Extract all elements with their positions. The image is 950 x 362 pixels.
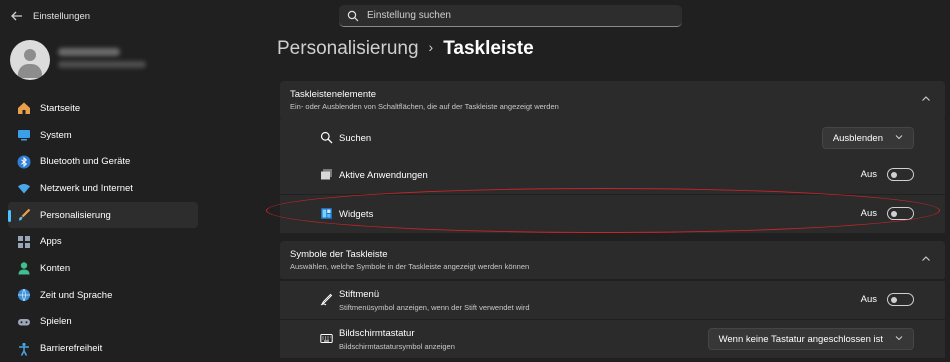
sidebar-item-apps[interactable]: Apps (8, 228, 198, 255)
toggle-state-label: Aus (860, 294, 877, 305)
dropdown-value: Ausblenden (832, 132, 883, 144)
apps-icon (17, 235, 31, 249)
setting-label: Widgets (339, 209, 374, 220)
sidebar-item-label: Zeit und Sprache (40, 289, 113, 301)
section-title: Symbole der Taskleiste (290, 249, 388, 260)
sidebar-item-spielen[interactable]: Spielen (8, 309, 198, 336)
setting-description: Stiftmenüsymbol anzeigen, wenn der Stift… (339, 303, 530, 312)
toggle-state-label: Aus (860, 169, 877, 180)
search-placeholder: Einstellung suchen (367, 10, 451, 21)
blurred-user-name (58, 48, 120, 56)
keyboard-mode-dropdown[interactable]: Wenn keine Tastatur angeschlossen ist (707, 328, 914, 350)
sidebar-item-barrierefreiheit[interactable]: Barrierefreiheit (8, 335, 198, 362)
setting-row-bildschirmtastatur: Bildschirmtastatur Bildschirmtastatursym… (280, 320, 945, 358)
back-arrow-icon[interactable] (10, 9, 24, 23)
setting-description: Bildschirmtastatursymbol anzeigen (339, 342, 455, 351)
search-mode-dropdown[interactable]: Ausblenden (821, 127, 914, 149)
gamepad-icon (17, 315, 31, 329)
bluetooth-icon (17, 155, 31, 169)
setting-label: Stiftmenü (339, 289, 380, 300)
sidebar-item-label: System (40, 129, 72, 141)
chevron-up-icon[interactable] (921, 254, 931, 267)
section-subtitle: Auswählen, welche Symbole in der Tasklei… (290, 262, 530, 271)
sidebar-item-personalisierung[interactable]: Personalisierung (8, 201, 198, 229)
stiftmenue-toggle[interactable]: Aus (861, 293, 914, 306)
home-icon (17, 101, 31, 115)
search-icon (347, 10, 359, 22)
setting-label: Suchen (339, 133, 372, 144)
blurred-user-email (58, 61, 146, 68)
toggle-state-label: Aus (860, 208, 877, 219)
sidebar-item-netzwerk[interactable]: Netzwerk und Internet (8, 175, 198, 202)
title-bar: Einstellungen Einstellung suchen (0, 0, 950, 34)
section-header[interactable]: Symbole der Taskleiste Auswählen, welche… (280, 241, 945, 280)
dropdown-value: Wenn keine Tastatur angeschlossen ist (718, 333, 883, 345)
task-view-icon (320, 168, 333, 181)
chevron-down-icon (895, 133, 903, 143)
sidebar-item-label: Spielen (40, 316, 72, 328)
breadcrumb-parent[interactable]: Personalisierung (277, 38, 419, 59)
search-icon (320, 131, 333, 144)
sidebar-item-label: Startseite (40, 102, 81, 114)
toggle-switch[interactable] (887, 207, 914, 220)
wifi-icon (17, 181, 31, 195)
section-title: Taskleistenelemente (290, 89, 377, 100)
toggle-switch[interactable] (887, 168, 914, 181)
app-title: Einstellungen (33, 11, 91, 22)
sidebar-item-label: Netzwerk und Internet (40, 182, 133, 194)
breadcrumb-separator: › (428, 39, 434, 55)
search-input[interactable]: Einstellung suchen (339, 5, 682, 27)
section-header[interactable]: Taskleistenelemente Ein- oder Ausblenden… (280, 81, 945, 120)
widgets-toggle[interactable]: Aus (861, 207, 914, 220)
sidebar-item-konten[interactable]: Konten (8, 255, 198, 282)
setting-row-widgets: Widgets Aus (280, 195, 945, 233)
avatar (10, 40, 50, 80)
section-subtitle: Ein- oder Ausblenden von Schaltflächen, … (290, 102, 559, 111)
toggle-switch[interactable] (887, 293, 914, 306)
sidebar-nav: Startseite System Bluetooth und Geräte N… (8, 95, 198, 362)
chevron-up-icon[interactable] (921, 94, 931, 107)
brush-icon (17, 208, 31, 222)
user-icon (17, 261, 31, 275)
sidebar-item-label: Personalisierung (40, 209, 111, 221)
taskbar-items-section[interactable]: Taskleistenelemente Ein- oder Ausblenden… (280, 81, 945, 120)
sidebar-item-bluetooth[interactable]: Bluetooth und Geräte (8, 148, 198, 175)
sidebar-item-system[interactable]: System (8, 122, 198, 149)
accessibility-icon (17, 342, 31, 356)
setting-label: Bildschirmtastatur (339, 328, 415, 339)
chevron-down-icon (895, 334, 903, 344)
sidebar-item-label: Bluetooth und Geräte (40, 156, 131, 168)
sidebar-item-zeit-und-sprache[interactable]: Zeit und Sprache (8, 282, 198, 309)
sidebar-item-label: Barrierefreiheit (40, 343, 103, 355)
breadcrumb: Personalisierung › Taskleiste (277, 38, 534, 60)
keyboard-icon (320, 332, 333, 345)
globe-icon (17, 288, 31, 302)
page-title: Taskleiste (443, 38, 534, 59)
taskbar-symbols-section[interactable]: Symbole der Taskleiste Auswählen, welche… (280, 241, 945, 280)
widgets-icon (320, 207, 333, 220)
sidebar-item-startseite[interactable]: Startseite (8, 95, 198, 122)
sidebar-item-label: Konten (40, 262, 71, 274)
setting-row-suchen: Suchen Ausblenden (280, 119, 945, 157)
setting-label: Aktive Anwendungen (339, 170, 428, 181)
user-profile[interactable] (10, 40, 200, 80)
monitor-icon (17, 128, 31, 142)
setting-row-stiftmenue: Stiftmenü Stiftmenüsymbol anzeigen, wenn… (280, 281, 945, 319)
pen-icon (320, 293, 333, 306)
setting-row-aktive-anwendungen: Aktive Anwendungen Aus (280, 156, 945, 194)
sidebar-item-label: Apps (40, 236, 62, 248)
aktive-anwendungen-toggle[interactable]: Aus (861, 168, 914, 181)
